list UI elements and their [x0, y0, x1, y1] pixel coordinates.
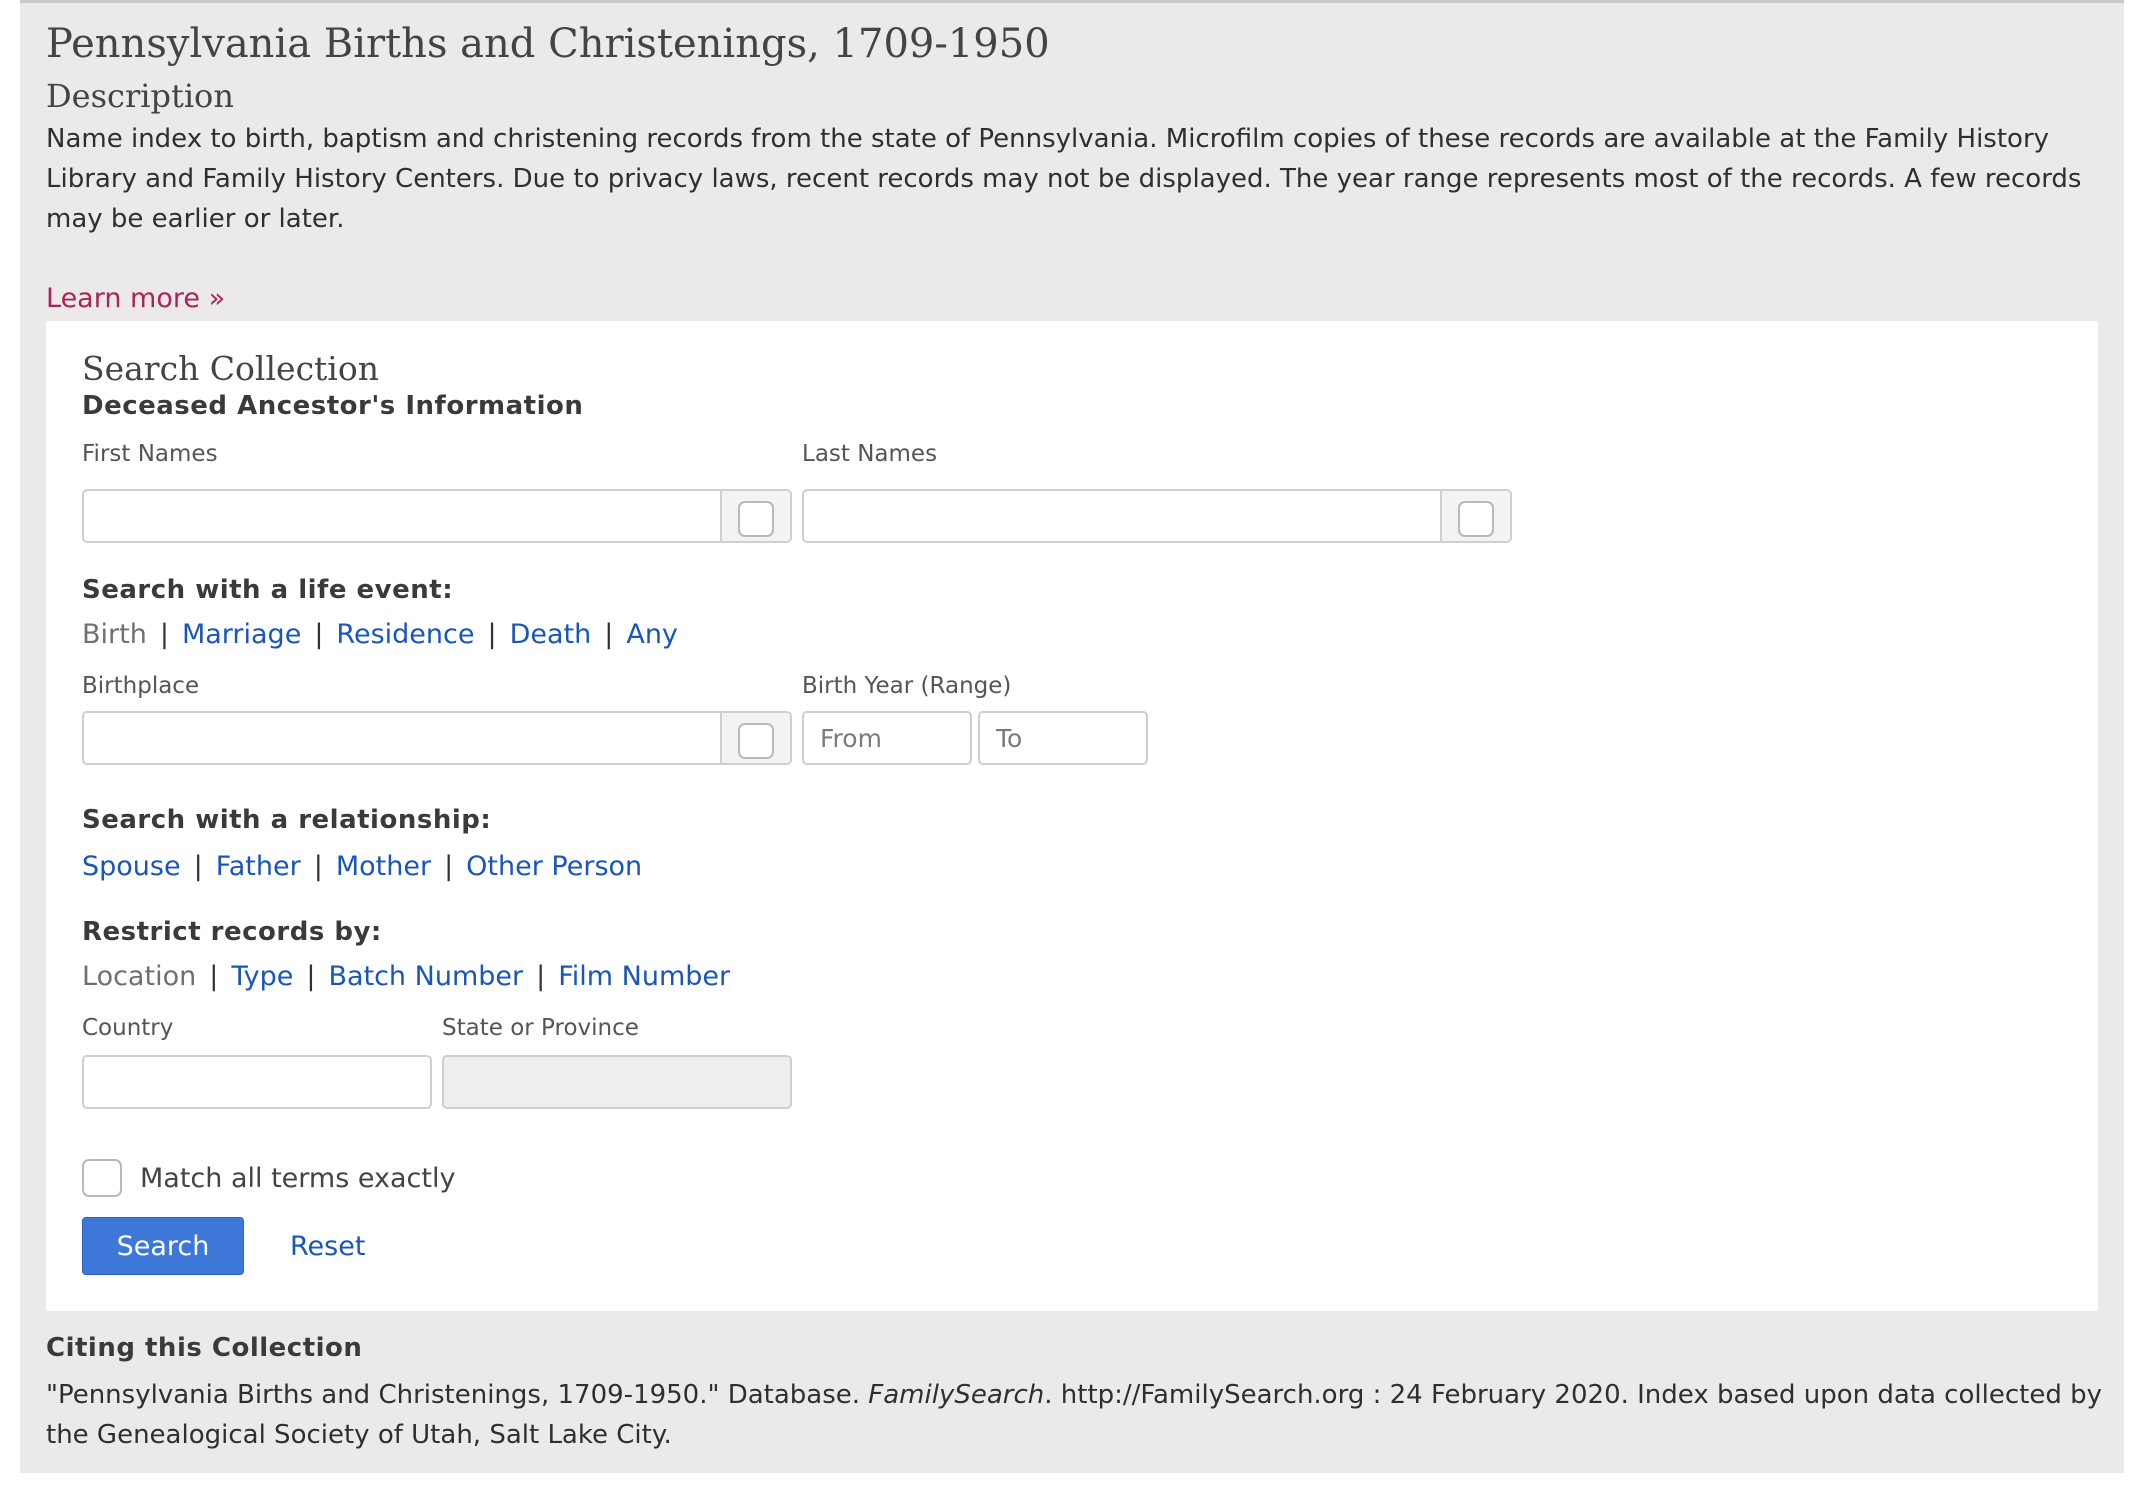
separator: | [159, 619, 169, 650]
birth-year-label: Birth Year (Range) [802, 673, 1012, 699]
life-event-death[interactable]: Death [510, 619, 592, 650]
birthplace-exact-checkbox[interactable] [738, 723, 774, 759]
search-collection-heading: Search Collection [82, 349, 379, 388]
birth-year-to-input[interactable] [980, 713, 1146, 763]
country-box [82, 1055, 432, 1109]
restrict-heading: Restrict records by: [82, 917, 382, 947]
state-input[interactable] [444, 1057, 790, 1107]
life-event-birth[interactable]: Birth [82, 619, 147, 650]
first-names-input[interactable] [84, 491, 724, 541]
relationship-mother[interactable]: Mother [336, 851, 431, 882]
restrict-options: Location | Type | Batch Number | Film Number [82, 961, 730, 992]
citation-text: "Pennsylvania Births and Christenings, 1… [46, 1375, 2106, 1455]
restrict-film-number[interactable]: Film Number [558, 961, 730, 992]
match-exact-checkbox[interactable] [82, 1159, 122, 1197]
separator: | [314, 619, 324, 650]
country-input[interactable] [84, 1057, 430, 1107]
first-names-exact-addon [720, 491, 790, 541]
life-event-options: Birth | Marriage | Residence | Death | Any [82, 619, 678, 650]
birthplace-exact-addon [720, 713, 790, 763]
citation-text-italic: FamilySearch [868, 1380, 1045, 1410]
life-event-heading: Search with a life event: [82, 575, 454, 605]
birthplace-input[interactable] [84, 713, 724, 763]
separator: | [536, 961, 546, 992]
separator: | [313, 851, 323, 882]
life-event-residence[interactable]: Residence [336, 619, 474, 650]
relationship-father[interactable]: Father [216, 851, 301, 882]
life-event-any[interactable]: Any [626, 619, 678, 650]
description-heading: Description [46, 77, 234, 115]
first-names-exact-checkbox[interactable] [738, 501, 774, 537]
search-button[interactable]: Search [82, 1217, 244, 1275]
ancestor-info-heading: Deceased Ancestor's Information [82, 391, 584, 421]
country-label: Country [82, 1015, 174, 1041]
state-label: State or Province [442, 1015, 639, 1041]
restrict-type[interactable]: Type [231, 961, 293, 992]
last-names-input[interactable] [804, 491, 1444, 541]
citation-text-start: "Pennsylvania Births and Christenings, 1… [46, 1380, 869, 1410]
page-title: Pennsylvania Births and Christenings, 17… [46, 21, 1050, 67]
separator: | [306, 961, 316, 992]
separator: | [444, 851, 454, 882]
birthplace-label: Birthplace [82, 673, 200, 699]
last-names-label: Last Names [802, 441, 938, 467]
restrict-batch-number[interactable]: Batch Number [328, 961, 523, 992]
citation-heading: Citing this Collection [46, 1333, 363, 1363]
relationship-other-person[interactable]: Other Person [466, 851, 642, 882]
relationship-options: Spouse | Father | Mother | Other Person [82, 851, 642, 882]
last-names-field-group [802, 489, 1512, 543]
learn-more-link[interactable]: Learn more » [46, 283, 225, 314]
search-collection-panel: Search Collection Deceased Ancestor's In… [46, 321, 2098, 1311]
first-names-field-group [82, 489, 792, 543]
birthplace-field-group [82, 711, 792, 765]
reset-link[interactable]: Reset [290, 1231, 365, 1262]
separator: | [193, 851, 203, 882]
separator: | [487, 619, 497, 650]
relationship-heading: Search with a relationship: [82, 805, 492, 835]
restrict-location[interactable]: Location [82, 961, 196, 992]
collection-page: Pennsylvania Births and Christenings, 17… [20, 0, 2124, 1473]
match-exact-label[interactable]: Match all terms exactly [140, 1163, 455, 1194]
birth-year-from-input[interactable] [804, 713, 970, 763]
last-names-exact-addon [1440, 491, 1510, 541]
birth-year-from-box [802, 711, 972, 765]
state-box [442, 1055, 792, 1109]
separator: | [604, 619, 614, 650]
first-names-label: First Names [82, 441, 218, 467]
separator: | [209, 961, 219, 992]
description-text: Name index to birth, baptism and christe… [46, 124, 2082, 234]
life-event-marriage[interactable]: Marriage [182, 619, 301, 650]
birth-year-to-box [978, 711, 1148, 765]
last-names-exact-checkbox[interactable] [1458, 501, 1494, 537]
relationship-spouse[interactable]: Spouse [82, 851, 181, 882]
